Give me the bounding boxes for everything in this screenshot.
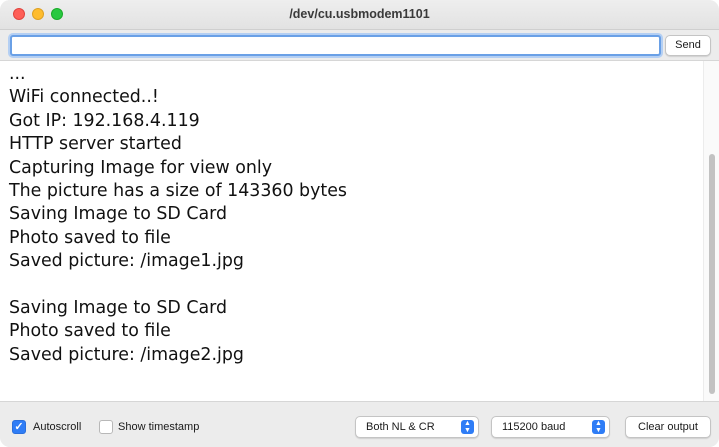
autoscroll-checkbox[interactable]: ✓ (12, 420, 26, 434)
output-line: Photo saved to file (9, 227, 171, 248)
output-line: HTTP server started (9, 134, 182, 155)
message-input-bar: Send (0, 30, 719, 60)
serial-output-area[interactable]: ... WiFi connected..! Got IP: 192.168.4.11… (0, 60, 719, 402)
autoscroll-label[interactable]: Autoscroll (33, 421, 81, 433)
select-chevrons-icon: ▲ ▼ (461, 420, 474, 434)
window-title: /dev/cu.usbmodem1101 (289, 7, 430, 21)
select-chevrons-icon: ▲ ▼ (592, 420, 605, 434)
serial-monitor-window: /dev/cu.usbmodem1101 Send ... WiFi connec… (0, 0, 719, 447)
message-input[interactable] (10, 35, 661, 56)
clear-output-button[interactable]: Clear output (625, 416, 711, 438)
output-lines: ... WiFi connected..! Got IP: 192.168.4.11… (9, 63, 347, 367)
checkmark-icon: ✓ (14, 421, 24, 433)
output-line: Saved picture: /image1.jpg (9, 251, 244, 272)
output-line: ... (9, 64, 26, 84)
line-ending-select[interactable]: Both NL & CR ▲ ▼ (355, 416, 479, 438)
vertical-scrollbar[interactable] (703, 61, 719, 401)
line-ending-value: Both NL & CR (366, 421, 435, 433)
output-line (9, 274, 347, 297)
baud-rate-value: 115200 baud (502, 421, 566, 433)
show-timestamp-label[interactable]: Show timestamp (118, 421, 199, 433)
baud-rate-select[interactable]: 115200 baud ▲ ▼ (491, 416, 610, 438)
output-line: Saved picture: /image2.jpg (9, 344, 244, 365)
scrollbar-thumb[interactable] (709, 154, 715, 394)
output-line: Photo saved to file (9, 321, 171, 342)
output-line: The picture has a size of 143360 bytes (9, 180, 347, 201)
output-line: WiFi connected..! (9, 87, 159, 108)
title-bar: /dev/cu.usbmodem1101 (0, 0, 719, 30)
output-line: Saving Image to SD Card (9, 297, 228, 318)
output-line: Got IP: 192.168.4.119 (9, 110, 200, 131)
output-line: Capturing Image for view only (9, 157, 273, 178)
send-button[interactable]: Send (665, 35, 711, 56)
show-timestamp-checkbox[interactable] (99, 420, 113, 434)
output-line: Saving Image to SD Card (9, 204, 228, 225)
bottom-toolbar: ✓ Autoscroll Show timestamp Both NL & CR… (0, 403, 719, 447)
